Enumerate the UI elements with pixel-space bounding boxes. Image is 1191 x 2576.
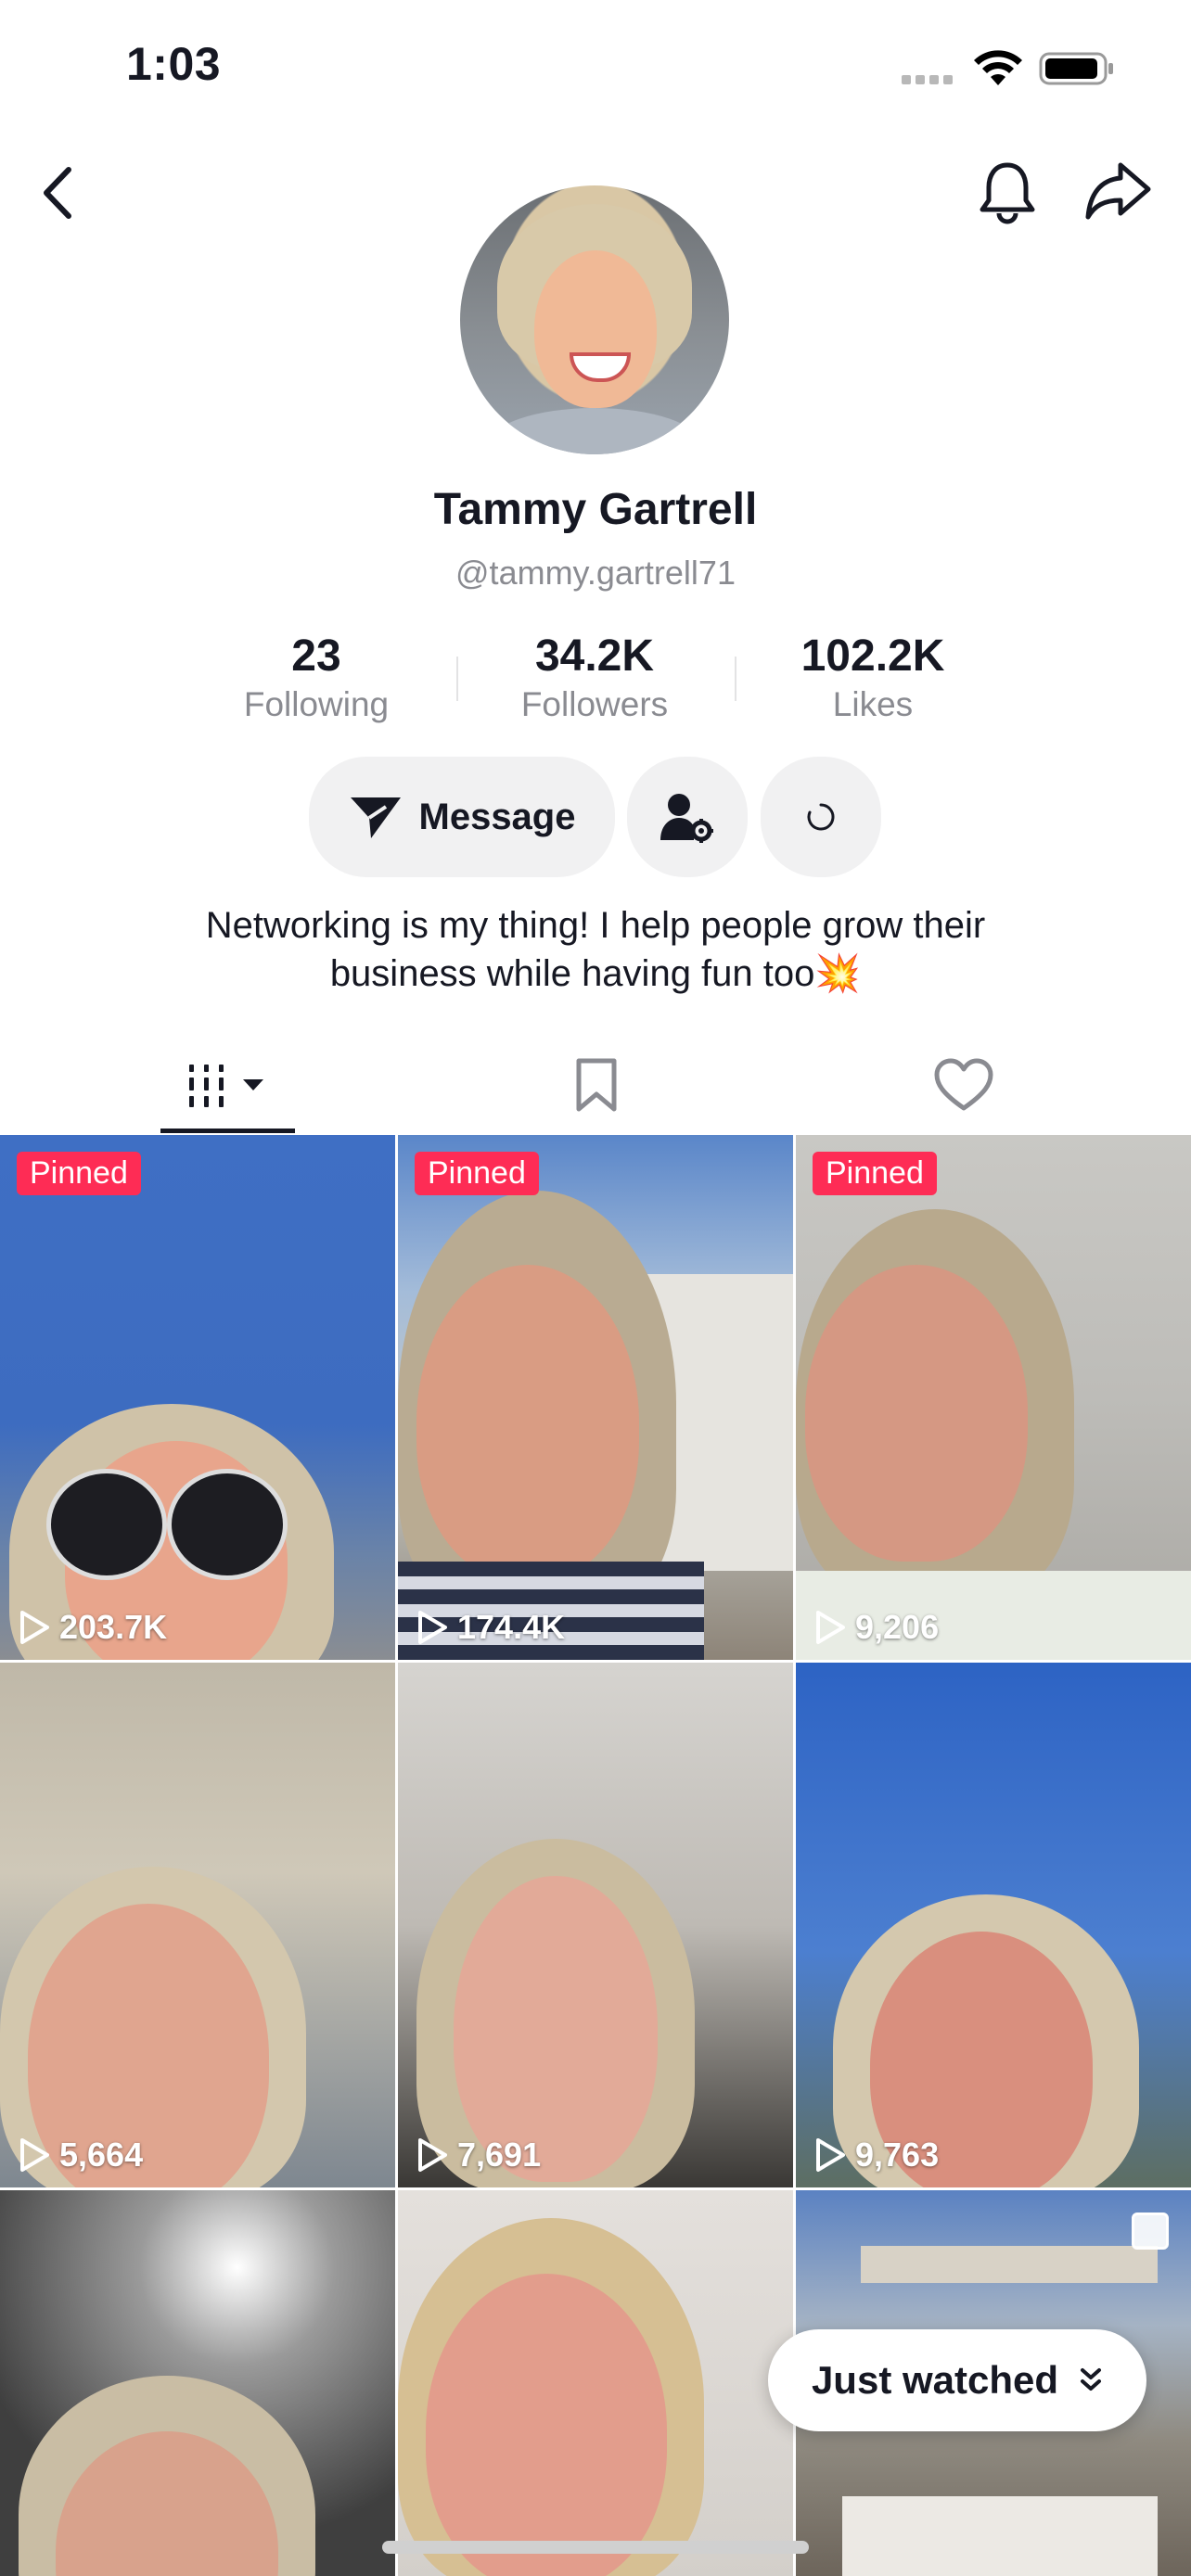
- heart-icon: [934, 1058, 992, 1111]
- video-thumbnail[interactable]: Pinned 174.4K: [398, 1135, 793, 1660]
- play-icon: [418, 2138, 447, 2172]
- bookmark-icon: [576, 1058, 616, 1112]
- video-thumbnail[interactable]: [0, 2190, 395, 2576]
- view-count-value: 9,206: [855, 1608, 940, 1646]
- following-label: Following: [243, 685, 390, 723]
- bell-icon[interactable]: [976, 159, 1039, 224]
- status-time: 1:03: [126, 38, 222, 90]
- user-settings-icon: [660, 794, 713, 843]
- view-count: 9,763: [814, 2136, 939, 2174]
- stat-likes: 102.2K Likes: [762, 631, 984, 724]
- stat-divider: [735, 657, 736, 701]
- send-icon: [350, 797, 401, 838]
- profile-name: Tammy Gartrell: [433, 485, 758, 534]
- videos-tab-icon: [188, 1065, 263, 1107]
- pinned-badge: Pinned: [415, 1152, 539, 1195]
- profile-bio: Networking is my thing! I help people gr…: [205, 905, 986, 994]
- wifi-icon: [974, 50, 1022, 85]
- view-count-value: 174.4K: [457, 1608, 566, 1646]
- play-icon: [20, 2138, 49, 2172]
- video-thumbnail[interactable]: 9,763: [796, 1663, 1191, 2187]
- message-button[interactable]: Message: [309, 757, 615, 877]
- suggested-accounts-button[interactable]: [761, 757, 881, 877]
- likes-count: 102.2K: [800, 631, 945, 681]
- play-icon: [418, 1611, 447, 1644]
- select-checkbox[interactable]: [1132, 2213, 1169, 2250]
- back-icon[interactable]: [35, 162, 83, 223]
- video-thumbnail[interactable]: [398, 2190, 793, 2576]
- view-count-value: 7,691: [457, 2136, 542, 2174]
- stat-followers[interactable]: 34.2K Followers: [483, 631, 706, 724]
- likes-label: Likes: [832, 685, 914, 723]
- play-icon: [20, 1611, 49, 1644]
- view-count: 174.4K: [416, 1608, 565, 1647]
- followers-label: Followers: [520, 685, 669, 723]
- play-icon: [816, 1611, 845, 1644]
- video-thumbnail[interactable]: 7,691: [398, 1663, 793, 2187]
- view-count-value: 5,664: [59, 2136, 144, 2174]
- tab-liked[interactable]: [896, 1037, 1031, 1133]
- home-indicator: [382, 2541, 809, 2554]
- pinned-badge: Pinned: [813, 1152, 937, 1195]
- view-count: 203.7K: [19, 1608, 167, 1647]
- message-label: Message: [418, 796, 576, 837]
- pinned-badge: Pinned: [17, 1152, 141, 1195]
- just-watched-button[interactable]: Just watched: [768, 2329, 1146, 2431]
- video-thumbnail[interactable]: Pinned 9,206: [796, 1135, 1191, 1660]
- video-thumbnail[interactable]: 5,664: [0, 1663, 395, 2187]
- profile-handle: @tammy.gartrell71: [455, 554, 736, 592]
- active-tab-indicator: [160, 1129, 295, 1133]
- share-icon[interactable]: [1083, 159, 1152, 221]
- avatar[interactable]: [460, 185, 729, 454]
- followers-count: 34.2K: [534, 631, 655, 681]
- following-count: 23: [291, 631, 341, 681]
- view-count: 7,691: [416, 2136, 541, 2174]
- view-count: 5,664: [19, 2136, 143, 2174]
- play-icon: [816, 2138, 845, 2172]
- video-thumbnail[interactable]: Pinned 203.7K: [0, 1135, 395, 1660]
- tab-favorites[interactable]: [529, 1037, 663, 1133]
- view-count-value: 203.7K: [59, 1608, 168, 1646]
- user-settings-button[interactable]: [627, 757, 748, 877]
- chevron-double-down-icon: [1081, 2368, 1102, 2391]
- view-count-value: 9,763: [855, 2136, 940, 2174]
- just-watched-label: Just watched: [811, 2358, 1059, 2402]
- cellular-signal-icon: [902, 72, 957, 84]
- view-count: 9,206: [814, 1608, 939, 1647]
- battery-icon: [1039, 52, 1113, 85]
- tab-videos[interactable]: [160, 1037, 295, 1133]
- stat-divider: [456, 657, 458, 701]
- stat-following[interactable]: 23 Following: [205, 631, 428, 724]
- loading-icon: [807, 803, 835, 831]
